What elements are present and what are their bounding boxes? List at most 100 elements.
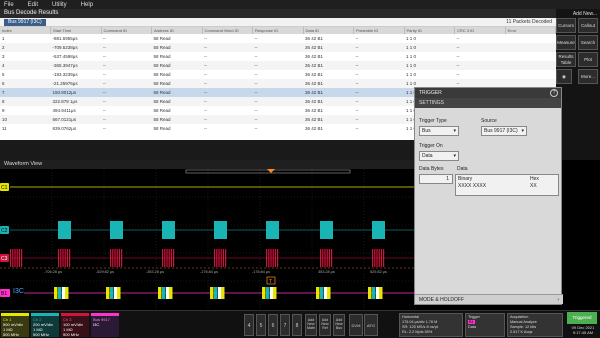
ch3-pulse <box>222 249 224 267</box>
bus-packet <box>54 287 58 299</box>
menu-utility[interactable]: Utility <box>52 2 67 8</box>
ch3-pulse <box>21 249 23 267</box>
bus-select[interactable]: Bus 9917 (I3C) <box>4 18 46 26</box>
column-header[interactable]: Start Time <box>50 27 102 34</box>
table-cell: 8 <box>0 97 51 106</box>
ch8-button[interactable]: 8 <box>292 314 302 336</box>
table-row[interactable]: 5 -193.3239μs -- 58 Read -- -- 36 42 B1 -- 1 1 0… <box>0 70 556 79</box>
ch3-pulse <box>66 249 68 267</box>
column-header[interactable]: Data ID <box>303 27 354 34</box>
column-header[interactable]: Preamble ID <box>353 27 405 34</box>
column-header[interactable]: Command Word ID <box>202 27 253 34</box>
table-cell: -- <box>204 108 207 113</box>
help-icon[interactable]: ? <box>550 89 558 97</box>
callout-button[interactable]: Callout <box>578 18 598 33</box>
ch3-pulse <box>214 249 216 267</box>
bus-packet <box>379 287 383 299</box>
dvm-button[interactable]: DVM <box>349 314 363 336</box>
column-header[interactable]: Address ID <box>151 27 203 34</box>
time-label: 529.82 μs <box>370 270 387 274</box>
table-cell: -- <box>202 115 253 124</box>
table-cell: 667.0121μs <box>50 115 101 124</box>
table-cell <box>505 43 556 52</box>
table-row[interactable]: 3 -537.4598μs -- 58 Read -- -- 36 42 B1 -- 1 1 0… <box>0 52 556 61</box>
ch5-button[interactable]: 5 <box>256 314 266 336</box>
ch3-pulse <box>64 249 66 267</box>
trigger-type-dropdown[interactable]: Bus ▾ <box>419 126 459 136</box>
source-dropdown[interactable]: Bus 9917 (I3C) ▾ <box>481 126 527 136</box>
search-button[interactable]: Search <box>578 35 598 50</box>
trigger-badge[interactable]: Trigger B1 Data <box>465 313 505 337</box>
cursors-button[interactable]: Cursors <box>556 18 576 33</box>
ch6-button[interactable]: 6 <box>268 314 278 336</box>
ch3-pulse <box>274 249 276 267</box>
column-header[interactable]: Response ID <box>252 27 304 34</box>
afg-button[interactable]: AFG <box>364 314 378 336</box>
results-table-button[interactable]: Results Table <box>556 52 576 67</box>
column-header[interactable]: Command ID <box>101 27 152 34</box>
table-row[interactable]: 4 -365.3947μs -- 58 Read -- -- 36 42 B1 -- 1 1 0… <box>0 61 556 70</box>
ch3-badge[interactable]: Ch 3 100 mV/div 1 MΩ 500 MHz <box>61 313 89 337</box>
table-cell: -- <box>103 108 106 113</box>
table-cell: 58 Read <box>151 115 202 124</box>
table-cell: -- <box>355 72 359 77</box>
add-new-math-button[interactable]: Add New Math <box>305 314 317 336</box>
add-new-bus-button[interactable]: Add New Bus <box>333 314 345 336</box>
hex-value[interactable]: XX <box>530 183 537 189</box>
trigger-on-dropdown[interactable]: Data ▾ <box>419 151 459 161</box>
table-cell: -- <box>456 54 460 59</box>
bus-badge[interactable]: Bus 9917 I3C <box>91 313 119 337</box>
table-cell: -- <box>252 97 303 106</box>
table-cell: 10 <box>0 115 51 124</box>
ch1-badge[interactable]: Ch 1 500 mV/div 1 MΩ 500 MHz <box>1 313 29 337</box>
ch3-pulse <box>324 249 326 267</box>
table-cell: 36 42 B1 <box>303 79 354 88</box>
ch3-pulse <box>331 249 333 267</box>
ch7-button[interactable]: 7 <box>280 314 290 336</box>
chevron-right-icon: › <box>557 297 559 303</box>
table-cell: 58 Read <box>153 54 171 59</box>
camera-icon[interactable]: ◉ <box>556 69 572 84</box>
binary-value[interactable]: XXXX XXXX <box>458 183 486 189</box>
ch3-pulse <box>320 249 322 267</box>
trigger-dialog: TRIGGER ? SETTINGS Trigger Type Bus ▾ Sou… <box>414 87 563 305</box>
measure-button[interactable]: Measure <box>556 35 576 50</box>
add-new-ref-button[interactable]: Add New Ref <box>319 314 331 336</box>
svg-text:C1: C1 <box>1 185 8 191</box>
table-cell: -- <box>456 72 460 77</box>
plot-button[interactable]: Plot <box>578 52 598 67</box>
column-header[interactable]: Error <box>505 27 556 34</box>
data-bytes-label: Data Bytes <box>419 166 444 172</box>
table-cell: 1 1 0 <box>406 54 417 59</box>
table-cell: 58 Read <box>153 36 171 41</box>
results-title: Bus Decode Results <box>0 9 556 18</box>
menu-edit[interactable]: Edit <box>28 2 38 8</box>
table-cell: -- <box>353 43 404 52</box>
table-cell: -- <box>252 79 303 88</box>
svg-text:B1: B1 <box>1 291 7 297</box>
bus-packet <box>210 287 214 299</box>
column-header[interactable]: Index <box>0 27 51 34</box>
ch3-pulse <box>383 249 385 267</box>
ch3-pulse <box>173 249 175 267</box>
horizontal-badge[interactable]: Horizontal 176.04 μs/div 1.76 M SR: 125 … <box>399 313 463 337</box>
ch3-pulse <box>112 249 114 267</box>
acquisition-badge[interactable]: Acquisition Manual Analyze Sample: 12 bi… <box>507 313 563 337</box>
bus-packet <box>368 287 372 299</box>
column-header[interactable]: Parity ID <box>404 27 455 34</box>
table-cell <box>505 52 556 61</box>
ch2-badge[interactable]: Ch 2 200 mV/div 1 MΩ 500 MHz <box>31 313 59 337</box>
menu-file[interactable]: File <box>4 2 14 8</box>
table-row[interactable]: 2 -709.5238μs -- 58 Read -- -- 36 42 B1 -- 1 1 0… <box>0 43 556 52</box>
table-row[interactable]: 1 -881.5955μs -- 58 Read -- -- 36 42 B1 -- 1 1 0… <box>0 34 556 43</box>
column-header[interactable]: CRC 3 ID <box>454 27 506 34</box>
ch4-button[interactable]: 4 <box>244 314 254 336</box>
ch3-pulse <box>374 249 376 267</box>
data-pattern-box[interactable]: Binary XXXX XXXX Hex XX <box>455 174 559 196</box>
data-bytes-input[interactable]: 1 <box>419 174 453 184</box>
mode-holdoff-section[interactable]: MODE & HOLDOFF › <box>415 294 563 304</box>
menu-help[interactable]: Help <box>81 2 93 8</box>
more-button[interactable]: More... <box>578 69 598 84</box>
table-cell: 36 42 B1 <box>305 108 324 113</box>
settings-header: SETTINGS <box>415 98 561 108</box>
